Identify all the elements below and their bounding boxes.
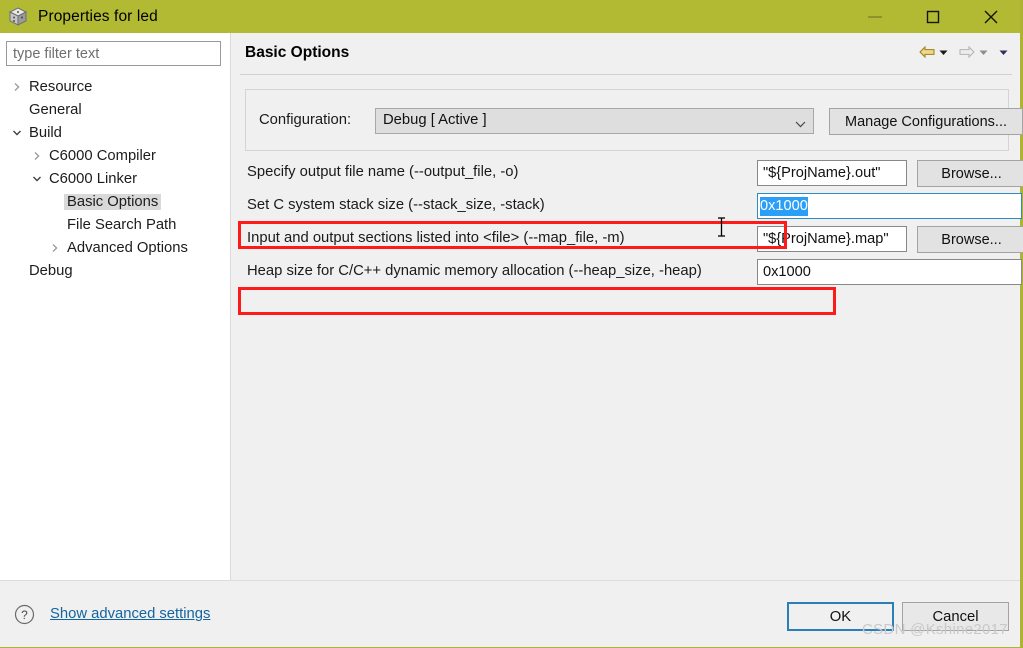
minimize-icon[interactable] (846, 0, 904, 33)
map-file-input[interactable]: "${ProjName}.map" (757, 226, 907, 252)
sidebar-item-c6000-linker[interactable]: C6000 Linker (0, 167, 231, 190)
cube-icon (7, 6, 29, 28)
close-icon[interactable] (962, 0, 1020, 33)
option-row-stack-size: Set C system stack size (--stack_size, -… (242, 191, 1022, 221)
properties-dialog: Properties for led Resource (0, 0, 1023, 648)
sidebar-item-basic-options[interactable]: Basic Options (0, 190, 231, 213)
sidebar-item-label: Resource (29, 78, 93, 95)
stack-size-input[interactable]: 0x1000 (757, 193, 1022, 219)
sidebar-item-label: File Search Path (67, 216, 177, 233)
svg-text:?: ? (21, 608, 28, 622)
view-menu-chevron-down-icon[interactable] (998, 47, 1009, 58)
option-label: Input and output sections listed into <f… (247, 230, 625, 246)
option-row-output-file: Specify output file name (--output_file,… (242, 158, 1023, 188)
sidebar-item-label: Basic Options (64, 193, 162, 210)
browse-button-output[interactable]: Browse... (917, 160, 1023, 187)
sidebar-item-label: Debug (29, 262, 73, 279)
navigation-toolbar (918, 44, 1009, 60)
text-cursor-ibeam (716, 216, 727, 238)
window-controls (846, 0, 1020, 33)
show-advanced-settings-link[interactable]: Show advanced settings (50, 606, 210, 622)
stack-size-value: 0x1000 (760, 196, 808, 216)
question-mark-icon[interactable]: ? (14, 604, 35, 629)
sidebar-item-file-search-path[interactable]: File Search Path (0, 213, 231, 236)
filter-input[interactable] (6, 41, 221, 66)
window-title: Properties for led (38, 7, 158, 25)
heap-size-input[interactable]: 0x1000 (757, 259, 1022, 285)
manage-configurations-button[interactable]: Manage Configurations... (829, 108, 1023, 135)
chevron-down-icon (795, 117, 806, 133)
configuration-group: Configuration: Debug [ Active ] Manage C… (245, 89, 1023, 151)
sidebar-item-debug[interactable]: Debug (0, 259, 231, 282)
option-label: Specify output file name (--output_file,… (247, 164, 519, 180)
browse-button-map[interactable]: Browse... (917, 226, 1023, 253)
sidebar-item-label: General (29, 101, 82, 118)
sidebar-item-build[interactable]: Build (0, 121, 231, 144)
chevron-down-icon[interactable] (8, 128, 26, 138)
chevron-down-icon (978, 47, 989, 58)
settings-tree: Resource General Build C6000 Compiler C6… (0, 75, 231, 282)
option-row-heap-size: Heap size for C/C++ dynamic memory alloc… (242, 257, 1022, 287)
option-label: Heap size for C/C++ dynamic memory alloc… (247, 263, 702, 279)
sidebar-item-advanced-options[interactable]: Advanced Options (0, 236, 231, 259)
chevron-right-icon[interactable] (46, 243, 64, 253)
chevron-down-icon[interactable] (938, 47, 949, 58)
configuration-label: Configuration: (259, 112, 352, 128)
option-row-map-file: Input and output sections listed into <f… (242, 224, 1023, 254)
forward-arrow-icon (958, 44, 976, 60)
page-title: Basic Options (245, 44, 350, 61)
header-divider (240, 74, 1012, 75)
sidebar-item-label: C6000 Compiler (49, 147, 156, 164)
sidebar-item-label: Advanced Options (67, 239, 188, 256)
content-header: Basic Options (232, 33, 1020, 75)
chevron-right-icon[interactable] (28, 151, 46, 161)
maximize-icon[interactable] (904, 0, 962, 33)
configuration-dropdown[interactable]: Debug [ Active ] (375, 108, 814, 134)
content-pane: Basic Options Configuration: Debug [Act… (232, 33, 1023, 580)
chevron-down-icon[interactable] (28, 174, 46, 184)
option-label: Set C system stack size (--stack_size, -… (247, 197, 545, 213)
output-file-input[interactable]: "${ProjName}.out" (757, 160, 907, 186)
back-arrow-icon[interactable] (918, 44, 936, 60)
sidebar-item-resource[interactable]: Resource (0, 75, 231, 98)
sidebar-item-label: C6000 Linker (49, 170, 138, 187)
configuration-value: Debug [ Active ] (383, 112, 487, 128)
sidebar-item-general[interactable]: General (0, 98, 231, 121)
settings-tree-panel: Resource General Build C6000 Compiler (0, 33, 231, 580)
chevron-right-icon[interactable] (8, 82, 26, 92)
watermark: CSDN @Kshine2017 (862, 621, 1008, 638)
title-bar: Properties for led (0, 0, 1020, 33)
sidebar-item-label: Build (29, 124, 62, 141)
sidebar-item-c6000-compiler[interactable]: C6000 Compiler (0, 144, 231, 167)
